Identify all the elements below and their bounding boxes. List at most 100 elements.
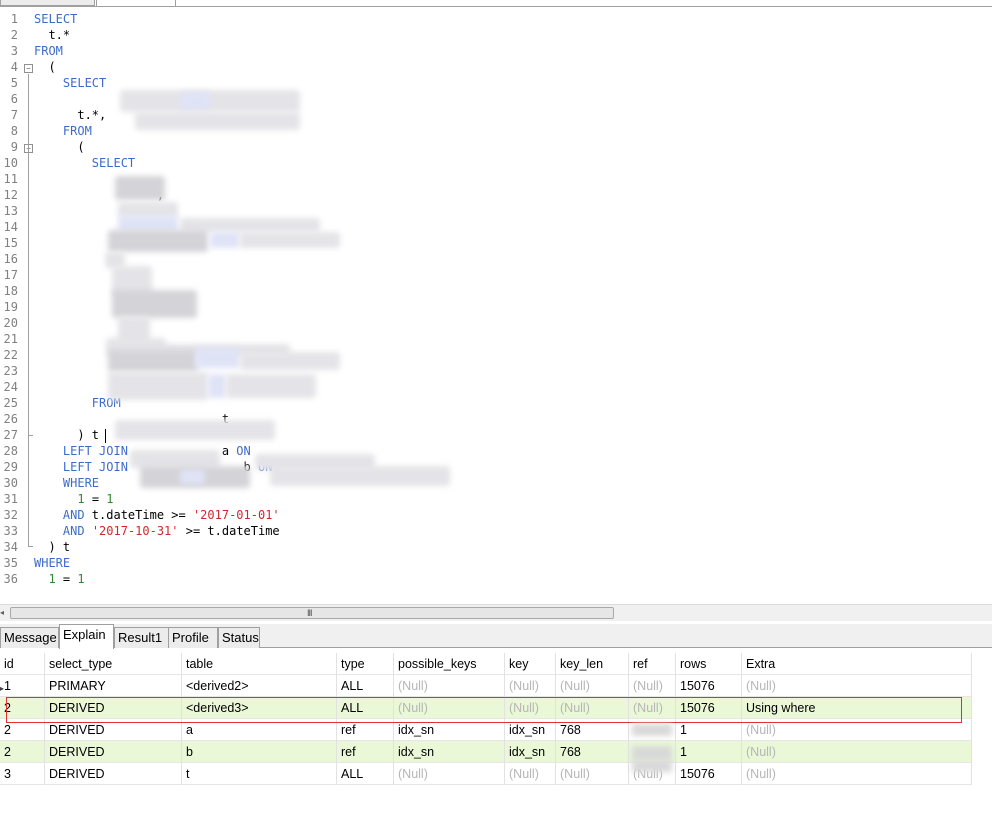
sql-editor[interactable]: 1 SELECT 2 t.* 3 FROM 4 (5 SELECT 6 7 t.*, 8 FRO… bbox=[0, 8, 992, 604]
string-literal: '2017-01-01' bbox=[192, 508, 280, 522]
code-line[interactable]: 35 WHERE bbox=[0, 555, 992, 571]
column-header-key[interactable]: key bbox=[505, 653, 556, 675]
cell-id[interactable]: 1 bbox=[0, 675, 45, 697]
code-line[interactable]: 36 1 = 1 bbox=[0, 571, 992, 587]
grid-header-row: id select_type table type possible_keys key ke… bbox=[0, 653, 972, 675]
line-number: 29 bbox=[3, 460, 18, 474]
table-row[interactable]: 2 DERIVED b ref idx_sn idx_sn 768 1 (Null) bbox=[0, 741, 972, 763]
column-header-type[interactable]: type bbox=[337, 653, 394, 675]
code-text: SELECT bbox=[34, 75, 106, 91]
code-text: ) t bbox=[34, 539, 70, 555]
code-token: ) t bbox=[34, 428, 100, 442]
cell-rows[interactable]: 1 bbox=[676, 741, 742, 763]
tab-status[interactable]: Status bbox=[218, 627, 260, 648]
fold-toggle-icon[interactable]: − bbox=[24, 64, 33, 73]
line-number: 22 bbox=[3, 348, 18, 362]
table-row[interactable]: 1 PRIMARY <derived2> ALL (Null) (Null) (Null)(… bbox=[0, 675, 972, 697]
cell-key-len[interactable]: (Null) bbox=[556, 763, 629, 785]
cell-id[interactable]: 2 bbox=[0, 741, 45, 763]
code-text: 1 = 1 bbox=[34, 571, 84, 587]
code-line[interactable]: 34 ) t bbox=[0, 539, 992, 555]
cell-select-type[interactable]: DERIVED bbox=[45, 741, 182, 763]
code-text: WHERE bbox=[34, 475, 99, 491]
code-line[interactable]: 16 bbox=[0, 251, 992, 267]
cell-key-len[interactable]: 768 bbox=[556, 741, 629, 763]
cell-key[interactable]: (Null) bbox=[505, 763, 556, 785]
cell-select-type[interactable]: PRIMARY bbox=[45, 675, 182, 697]
code-line[interactable]: 5 SELECT bbox=[0, 75, 992, 91]
code-text: ( bbox=[34, 139, 84, 155]
cell-possible-keys[interactable]: idx_sn bbox=[394, 741, 505, 763]
redacted-region bbox=[240, 232, 340, 248]
cell-Extra[interactable]: (Null) bbox=[742, 763, 972, 785]
column-header-key-len[interactable]: key_len bbox=[556, 653, 629, 675]
line-number: 26 bbox=[3, 412, 18, 426]
cell-possible-keys[interactable]: (Null) bbox=[394, 675, 505, 697]
cell-table[interactable]: b bbox=[182, 741, 337, 763]
text-caret bbox=[105, 429, 106, 443]
code-line[interactable]: 1 SELECT bbox=[0, 11, 992, 27]
code-line[interactable]: 4 ( bbox=[0, 59, 992, 75]
sql-keyword: FROM bbox=[34, 44, 63, 58]
code-line[interactable]: 2 t.* bbox=[0, 27, 992, 43]
cell-key-len[interactable]: (Null) bbox=[556, 675, 629, 697]
cell-ref[interactable]: (Null) bbox=[629, 675, 676, 697]
cell-Extra[interactable]: (Null) bbox=[742, 741, 972, 763]
cell-select-type[interactable]: DERIVED bbox=[45, 763, 182, 785]
cell-table[interactable]: t bbox=[182, 763, 337, 785]
code-text: ) t bbox=[34, 427, 99, 443]
tab-result1[interactable]: Result1 bbox=[114, 627, 169, 648]
code-line[interactable]: 33 AND '2017-10-31' >= t.dateTime bbox=[0, 523, 992, 539]
code-text: AND t.dateTime >= '2017-01-01' bbox=[34, 507, 280, 523]
column-header-possible-keys[interactable]: possible_keys bbox=[394, 653, 505, 675]
cell-type[interactable]: ALL bbox=[337, 675, 394, 697]
cell-key[interactable]: (Null) bbox=[505, 675, 556, 697]
line-number: 24 bbox=[3, 380, 18, 394]
scrollbar-thumb[interactable]: III bbox=[10, 607, 614, 619]
sql-keyword: WHERE bbox=[34, 556, 71, 570]
code-line[interactable]: 31 1 = 1 bbox=[0, 491, 992, 507]
redacted-region bbox=[210, 232, 240, 248]
cell-Extra[interactable]: (Null) bbox=[742, 675, 972, 697]
column-header-rows[interactable]: rows bbox=[676, 653, 742, 675]
column-header-select-type[interactable]: select_type bbox=[45, 653, 182, 675]
code-line[interactable]: 3 FROM bbox=[0, 43, 992, 59]
horizontal-scrollbar[interactable]: ◂ III bbox=[0, 604, 992, 621]
code-line[interactable]: 9 ( bbox=[0, 139, 992, 155]
column-header-Extra[interactable]: Extra bbox=[742, 653, 972, 675]
column-header-ref[interactable]: ref bbox=[629, 653, 676, 675]
line-number: 3 bbox=[10, 44, 18, 58]
tab-profile[interactable]: Profile bbox=[168, 627, 218, 648]
tab-message[interactable]: Message bbox=[0, 627, 59, 648]
cell-possible-keys[interactable]: (Null) bbox=[394, 763, 505, 785]
line-number: 25 bbox=[3, 396, 18, 410]
column-header-id[interactable]: id bbox=[0, 653, 45, 675]
redacted-region bbox=[632, 760, 672, 772]
scroll-left-arrow-icon[interactable]: ◂ bbox=[0, 608, 8, 618]
code-text: t.* bbox=[34, 27, 70, 43]
current-row-marker-icon: ▸ bbox=[0, 684, 5, 693]
sql-keyword: WHERE bbox=[34, 476, 100, 490]
code-line[interactable]: 10 SELECT bbox=[0, 155, 992, 171]
tab-explain[interactable]: Explain bbox=[59, 624, 114, 649]
cell-rows[interactable]: 15076 bbox=[676, 675, 742, 697]
line-number: 20 bbox=[3, 316, 18, 330]
line-number: 34 bbox=[3, 540, 18, 554]
table-row[interactable]: 3 DERIVED t ALL (Null) (Null) (Null) (Null) 1507… bbox=[0, 763, 972, 785]
cell-type[interactable]: ALL bbox=[337, 763, 394, 785]
line-number: 8 bbox=[10, 124, 18, 138]
code-line[interactable]: 32 AND t.dateTime >= '2017-01-01' bbox=[0, 507, 992, 523]
column-header-table[interactable]: table bbox=[182, 653, 337, 675]
cell-id[interactable]: 3 bbox=[0, 763, 45, 785]
cell-rows[interactable]: 15076 bbox=[676, 763, 742, 785]
cell-type[interactable]: ref bbox=[337, 741, 394, 763]
line-number: 11 bbox=[3, 172, 18, 186]
line-number: 13 bbox=[3, 204, 18, 218]
sql-keyword: FROM bbox=[34, 124, 92, 138]
cell-table[interactable]: <derived2> bbox=[182, 675, 337, 697]
redacted-region bbox=[108, 372, 208, 400]
result-tab-bar: Message Explain Result1 Profile Status bbox=[0, 624, 992, 649]
line-number: 12 bbox=[3, 188, 18, 202]
cell-key[interactable]: idx_sn bbox=[505, 741, 556, 763]
